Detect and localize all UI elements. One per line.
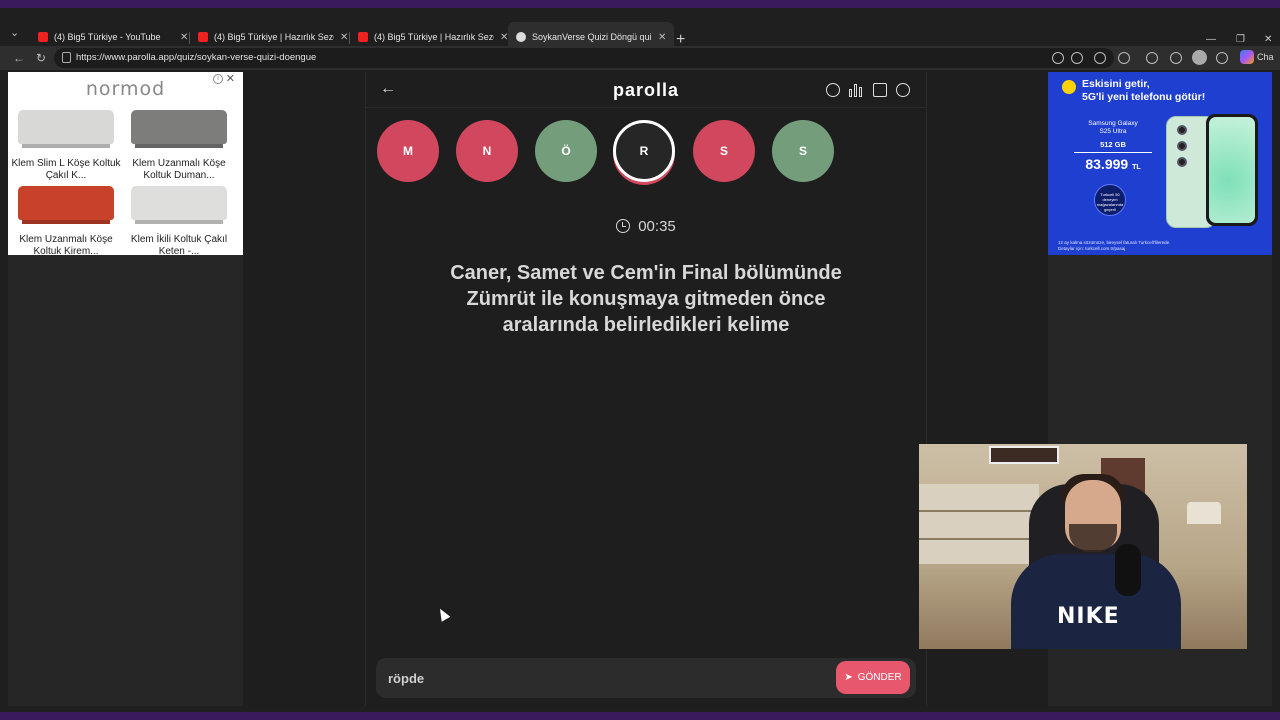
- feedback-icon[interactable]: [873, 83, 887, 97]
- ad-info-icon[interactable]: i: [213, 74, 223, 84]
- ad-fine-print: 12 ay kalma sözümüze, bireysel faturalı …: [1058, 240, 1171, 251]
- ad-brand: normod: [85, 78, 166, 100]
- turkcell-ad[interactable]: Eskisini getir, 5G'li yeni telefonu götü…: [1048, 72, 1272, 255]
- tab-title: (4) Big5 Türkiye | Hazırlık Sezonu 1: [374, 32, 494, 42]
- parolla-app: ← parolla M N Ö R S S 00:35 Caner, Samet…: [365, 72, 927, 706]
- profile-avatar[interactable]: [1192, 50, 1207, 65]
- close-tab-icon[interactable]: ✕: [658, 32, 666, 43]
- app-logo[interactable]: parolla: [366, 80, 926, 101]
- more-menu-icon[interactable]: [1216, 52, 1228, 64]
- tab-title: (4) Big5 Türkiye | Hazırlık Sezonu 1: [214, 32, 334, 42]
- stats-icon[interactable]: [849, 83, 863, 97]
- copilot-label[interactable]: Cha: [1257, 52, 1274, 62]
- sofa-image: [18, 186, 114, 220]
- clock-icon: [616, 219, 631, 233]
- zoom-icon[interactable]: [1052, 52, 1064, 64]
- turkcell-logo-icon: [1062, 80, 1076, 94]
- send-label: GÖNDER: [857, 672, 902, 683]
- parolla-favicon-icon: [516, 32, 526, 42]
- countdown-timer: 00:35: [366, 218, 926, 235]
- ad-badge: Turkcell 50 deneyim mağazalarında geçerl…: [1094, 184, 1126, 216]
- puzzle-icon[interactable]: [1146, 52, 1158, 64]
- youtube-icon: [358, 32, 368, 42]
- letter-bubble[interactable]: M: [377, 120, 439, 182]
- ad-offer: Samsung Galaxy S25 Ultra 512 GB 83.999 T…: [1074, 120, 1152, 172]
- phone-front-image: [1206, 114, 1258, 226]
- letter-bubble[interactable]: S: [693, 120, 755, 182]
- favorite-star-icon[interactable]: [1094, 52, 1106, 64]
- close-window-icon[interactable]: ✕: [1264, 34, 1272, 45]
- refresh-extension-icon[interactable]: [1118, 52, 1130, 64]
- sofa-image: [18, 110, 114, 144]
- info-icon[interactable]: [826, 83, 840, 97]
- close-tab-icon[interactable]: ✕: [340, 32, 348, 43]
- tab-title: SoykanVerse Quizi Döngü quiz - p: [532, 32, 652, 42]
- copilot-icon[interactable]: [1240, 50, 1254, 64]
- ad-product[interactable]: Klem Uzanmalı Köşe Koltuk Kirem...: [11, 186, 121, 258]
- maximize-icon[interactable]: ❐: [1236, 34, 1245, 45]
- send-button[interactable]: ➤ GÖNDER: [836, 661, 910, 694]
- answer-bar: ➤ GÖNDER: [376, 658, 916, 698]
- timer-value: 00:35: [638, 218, 676, 235]
- question-text: Caner, Samet ve Cem'in Final bölümünde Z…: [450, 262, 842, 336]
- close-tab-icon[interactable]: ✕: [180, 32, 188, 43]
- url-text[interactable]: https://www.parolla.app/quiz/soykan-vers…: [76, 52, 316, 63]
- reload-icon[interactable]: ↻: [36, 51, 46, 65]
- ad-headline: Eskisini getir, 5G'li yeni telefonu götü…: [1082, 78, 1206, 103]
- ad-product[interactable]: Klem Slim L Köşe Koltuk Çakıl K...: [11, 110, 121, 182]
- sofa-image: [131, 110, 227, 144]
- left-ad-column: normod i ✕ Klem Slim L Köşe Koltuk Çakıl…: [8, 72, 243, 706]
- youtube-icon: [38, 32, 48, 42]
- ad-product[interactable]: Klem İkili Koltuk Çakıl Keten -...: [124, 186, 234, 258]
- tab-list-chevron-icon[interactable]: ⌄: [10, 26, 26, 42]
- letter-bubble[interactable]: S: [772, 120, 834, 182]
- send-icon: ➤: [844, 672, 853, 683]
- letter-bubble[interactable]: Ö: [535, 120, 597, 182]
- tab-title: (4) Big5 Türkiye - YouTube: [54, 32, 161, 42]
- user-icon[interactable]: [896, 83, 910, 97]
- youtube-icon: [198, 32, 208, 42]
- letter-bubble-active[interactable]: R: [613, 120, 675, 182]
- app-header: ← parolla: [366, 72, 926, 108]
- collections-icon[interactable]: [1170, 52, 1182, 64]
- browser-tab-bar: ⌄ (4) Big5 Türkiye - YouTube ✕ (4) Big5 …: [0, 10, 1280, 52]
- letter-bubble[interactable]: N: [456, 120, 518, 182]
- address-bar[interactable]: https://www.parolla.app/quiz/soykan-vers…: [54, 48, 1114, 68]
- answer-input[interactable]: [388, 669, 818, 687]
- webcam-overlay: NIKE: [919, 444, 1247, 649]
- ad-product-name: Klem İkili Koltuk Çakıl Keten -...: [130, 234, 228, 257]
- ad-product-name: Klem Slim L Köşe Koltuk Çakıl K...: [11, 158, 121, 181]
- back-icon[interactable]: ←: [13, 51, 25, 65]
- minimize-icon[interactable]: —: [1206, 34, 1216, 45]
- ad-product[interactable]: Klem Uzanmalı Köşe Koltuk Duman...: [124, 110, 234, 182]
- ad-product-name: Klem Uzanmalı Köşe Koltuk Duman...: [132, 158, 226, 181]
- normod-ad[interactable]: normod i ✕ Klem Slim L Köşe Koltuk Çakıl…: [8, 72, 243, 258]
- sofa-image: [131, 186, 227, 220]
- ad-product-name: Klem Uzanmalı Köşe Koltuk Kirem...: [19, 234, 113, 257]
- ad-close-icon[interactable]: ✕: [226, 72, 235, 85]
- address-bar-row: ← ↻ https://www.parolla.app/quiz/soykan-…: [0, 46, 1280, 70]
- extensions-icon[interactable]: [1071, 52, 1083, 64]
- site-info-icon[interactable]: [62, 52, 71, 63]
